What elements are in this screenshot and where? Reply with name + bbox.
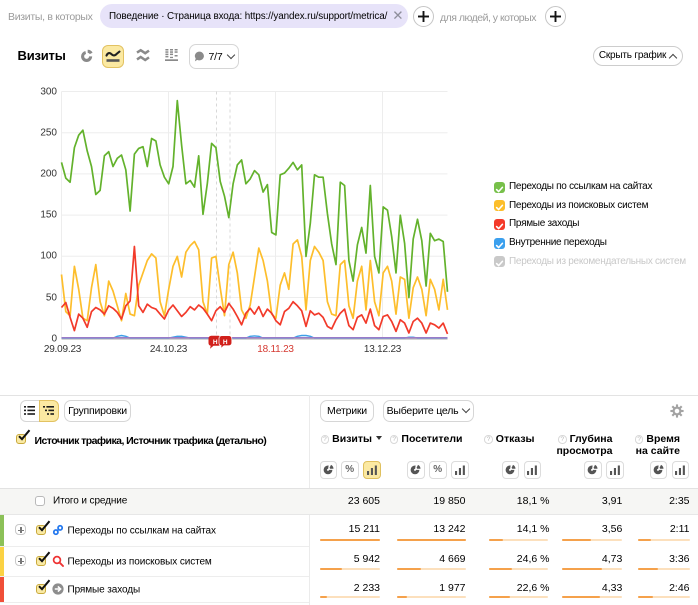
svg-text:Н: Н bbox=[213, 339, 218, 346]
svg-text:Н: Н bbox=[223, 339, 228, 346]
